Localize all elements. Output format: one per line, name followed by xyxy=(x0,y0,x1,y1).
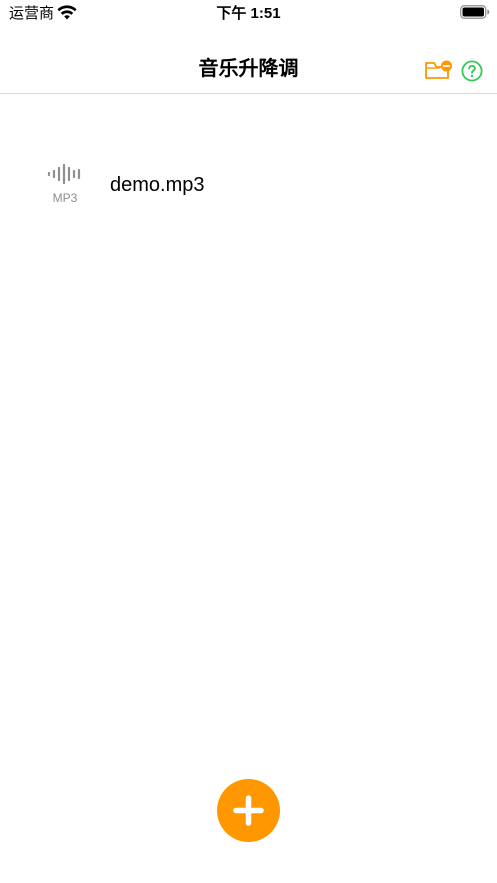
folder-button[interactable] xyxy=(424,58,454,82)
file-name: demo.mp3 xyxy=(110,174,205,196)
status-bar: 运营商 下午 1:51 xyxy=(0,0,497,28)
nav-bar: 音乐升降调 xyxy=(0,44,497,94)
status-time: 下午 1:51 xyxy=(216,5,281,22)
battery-icon xyxy=(460,5,490,19)
file-format-label: MP3 xyxy=(52,191,78,205)
question-circle-icon xyxy=(461,60,483,82)
file-list: MP3 demo.mp3 xyxy=(0,140,497,230)
folder-minus-icon xyxy=(425,60,452,79)
plus-icon xyxy=(233,795,264,826)
file-item[interactable]: MP3 demo.mp3 xyxy=(0,140,497,230)
screen: 运营商 下午 1:51 音乐升降调 MP3 demo.mp3 xyxy=(0,0,497,883)
add-file-button[interactable] xyxy=(217,779,280,842)
waveform-icon xyxy=(47,163,81,185)
help-button[interactable] xyxy=(461,60,483,82)
page-title: 音乐升降调 xyxy=(198,58,299,80)
file-thumbnail: MP3 xyxy=(44,160,86,208)
